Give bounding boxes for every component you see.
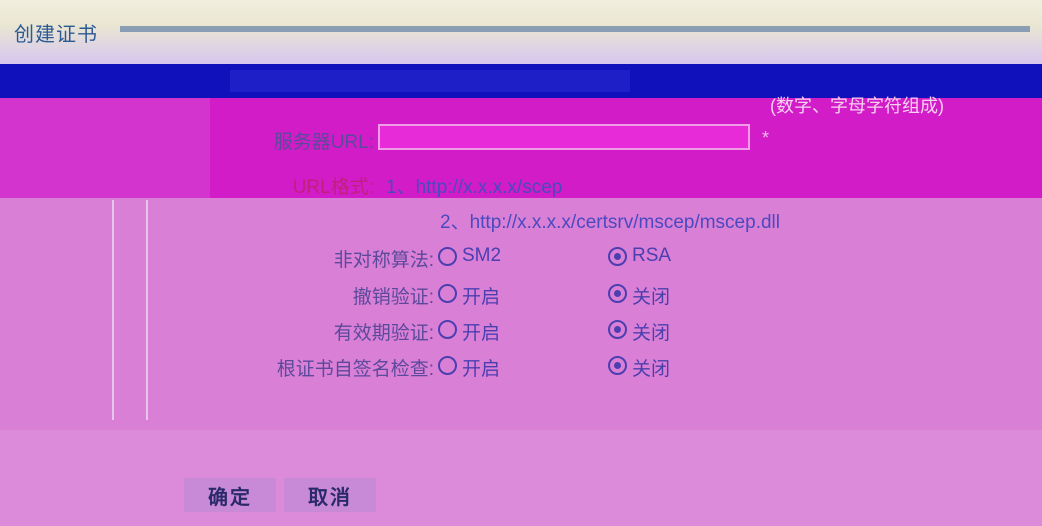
panel-border-left (112, 200, 114, 420)
revocation-check-on-label: 开启 (462, 287, 501, 308)
button-bar (0, 430, 1042, 526)
asym-algo-sm2-radio[interactable] (438, 247, 457, 266)
asym-algo-sm2-label: SM2 (462, 245, 502, 266)
panel-border-inner (146, 200, 148, 420)
root-self-sign-check-label: 根证书自签名检查: (276, 359, 434, 380)
root-self-sign-check-on-label: 开启 (462, 359, 501, 380)
validity-check-on-radio[interactable] (438, 320, 457, 339)
dialog-titlebar: 创建证书 (0, 0, 1042, 64)
server-url-input[interactable] (378, 124, 750, 150)
root-self-sign-check-on-radio[interactable] (438, 356, 457, 375)
url-format-line1: 1、http://x.x.x.x/scep (386, 177, 563, 198)
revocation-check-label: 撤销验证: (352, 287, 434, 308)
validity-check-off-label: 关闭 (632, 323, 671, 344)
cancel-button[interactable]: 取消 (284, 478, 376, 512)
server-url-hint: (数字、字母字符组成) (770, 96, 944, 116)
server-url-label: 服务器URL: (273, 132, 374, 153)
asym-algo-rsa-label: RSA (632, 245, 672, 266)
revocation-check-off-label: 关闭 (632, 287, 671, 308)
form-side-strip (0, 98, 210, 198)
revocation-check-off-radio[interactable] (608, 284, 627, 303)
url-format-label: URL格式: (292, 177, 374, 198)
asym-algo-rsa-radio[interactable] (608, 247, 627, 266)
root-self-sign-check-off-label: 关闭 (632, 359, 671, 380)
header-band-shadow (230, 70, 630, 92)
validity-check-label: 有效期验证: (333, 323, 434, 344)
dialog-title: 创建证书 (14, 24, 98, 46)
url-format-line2: 2、http://x.x.x.x/certsrv/mscep/mscep.dll (440, 212, 780, 233)
server-url-required: * (762, 128, 770, 148)
confirm-button[interactable]: 确定 (184, 478, 276, 512)
revocation-check-on-radio[interactable] (438, 284, 457, 303)
titlebar-stripe (120, 26, 1030, 32)
root-self-sign-check-off-radio[interactable] (608, 356, 627, 375)
validity-check-on-label: 开启 (462, 323, 501, 344)
validity-check-off-radio[interactable] (608, 320, 627, 339)
asym-algo-label: 非对称算法: (333, 250, 434, 271)
